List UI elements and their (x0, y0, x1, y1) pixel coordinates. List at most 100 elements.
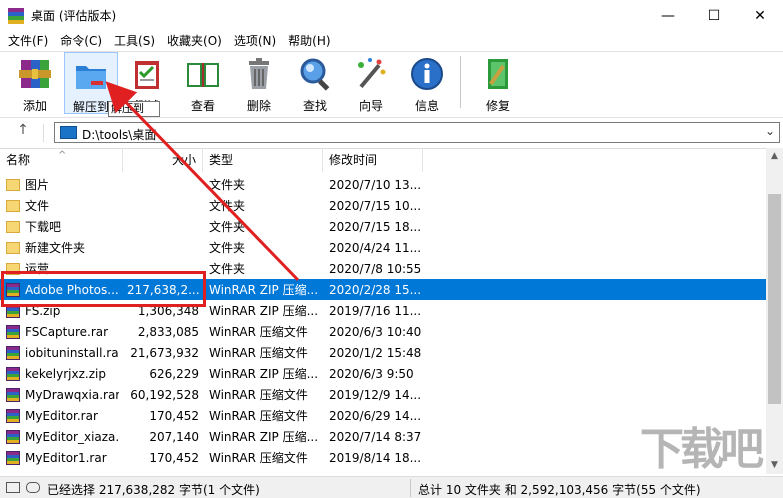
column-filler (423, 149, 766, 172)
table-row[interactable]: iobituninstall.rar 21,673,932 WinRAR 压缩文件 2… (0, 342, 766, 363)
file-size: 21,673,932 (130, 345, 199, 360)
add-button[interactable]: 添加 (8, 52, 62, 114)
table-row[interactable]: 文件 文件夹 2020/7/15 10... (0, 195, 766, 216)
file-name: MyEditor_xiaza... (25, 429, 119, 444)
path-text: D:\tools\桌面 (82, 128, 157, 142)
file-type: 文件夹 (209, 262, 246, 276)
file-type: WinRAR 压缩文件 (209, 451, 308, 465)
repair-label: 修复 (485, 99, 510, 113)
test-clipboard-icon (129, 56, 165, 92)
file-name: MyEditor.rar (25, 408, 98, 423)
file-name: 下载吧 (25, 220, 62, 234)
file-name: FSCapture.rar (25, 324, 109, 339)
file-type: 文件夹 (209, 241, 246, 255)
extract-tooltip: 解压到 (108, 101, 160, 117)
repair-button[interactable]: 修复 (471, 52, 525, 114)
archive-icon (6, 387, 20, 402)
file-modified: 2019/8/14 18... (329, 450, 422, 465)
archive-icon (6, 345, 20, 360)
column-modified[interactable]: 修改时间 (323, 149, 423, 172)
column-type[interactable]: 类型 (203, 149, 323, 172)
wizard-wand-icon (353, 56, 389, 92)
file-type: WinRAR 压缩文件 (209, 388, 308, 402)
delete-button[interactable]: 删除 (232, 52, 286, 114)
file-modified: 2020/6/3 10:40 (329, 324, 422, 339)
archive-icon (6, 366, 20, 381)
folder-icon (6, 179, 20, 191)
archive-icon (6, 324, 20, 339)
info-label: 信息 (414, 99, 439, 113)
view-label: 查看 (190, 99, 215, 113)
magnifier-icon (297, 56, 333, 92)
file-name-cell: iobituninstall.rar (0, 345, 123, 360)
close-button[interactable]: ✕ (737, 0, 783, 31)
selection-highlight-box (1, 271, 206, 307)
file-name-cell: kekelyrjxz.zip (0, 366, 123, 381)
path-field[interactable]: D:\tools\桌面 ⌄ (54, 122, 780, 143)
add-label: 添加 (22, 99, 47, 113)
file-modified: 2020/7/14 8:37 (329, 429, 422, 444)
file-name-cell: 文件 (0, 197, 123, 214)
trash-bin-icon (241, 56, 277, 92)
column-name-label: 名称 (6, 153, 31, 167)
menu-file[interactable]: 文件(F) (2, 31, 54, 51)
file-name-cell: 下载吧 (0, 218, 123, 235)
table-row[interactable]: 新建文件夹 文件夹 2020/4/24 11... (0, 237, 766, 258)
table-row[interactable]: kekelyrjxz.zip 626,229 WinRAR ZIP 压缩... 202… (0, 363, 766, 384)
table-row[interactable]: 图片 文件夹 2020/7/10 13... (0, 174, 766, 195)
view-button[interactable]: 查看 (176, 52, 230, 114)
archive-icon (6, 429, 20, 444)
file-type: WinRAR ZIP 压缩... (209, 430, 319, 444)
column-name[interactable]: 名称 ^ (0, 149, 123, 172)
up-folder-button[interactable]: ↑ (10, 122, 36, 142)
file-modified: 2020/1/2 15:48 (329, 345, 422, 360)
wizard-button[interactable]: 向导 (344, 52, 398, 114)
toolbar-separator (460, 56, 461, 108)
desktop-icon (60, 126, 77, 139)
table-row[interactable]: FSCapture.rar 2,833,085 WinRAR 压缩文件 2020/6/… (0, 321, 766, 342)
sort-ascending-icon: ^ (58, 150, 67, 161)
file-modified: 2020/6/29 14... (329, 408, 422, 423)
file-name-cell: 图片 (0, 176, 123, 193)
address-separator (43, 124, 44, 142)
repair-icon (480, 56, 516, 92)
file-type: WinRAR 压缩文件 (209, 409, 308, 423)
file-modified: 2020/2/28 15... (329, 282, 422, 297)
drive-icon[interactable] (6, 482, 20, 493)
scroll-thumb[interactable] (768, 194, 781, 404)
address-bar: ↑ D:\tools\桌面 ⌄ (0, 117, 783, 147)
table-row[interactable]: MyDrawqxia.rar 60,192,528 WinRAR 压缩文件 2019/… (0, 384, 766, 405)
archive-icon (6, 408, 20, 423)
status-selection: 已经选择 217,638,282 字节(1 个文件) (47, 483, 260, 497)
table-row[interactable]: 下载吧 文件夹 2020/7/15 18... (0, 216, 766, 237)
file-name: kekelyrjxz.zip (25, 366, 106, 381)
watermark-logo: 下载吧 (640, 424, 764, 475)
file-name-cell: MyEditor_xiaza... (0, 429, 123, 444)
file-type: WinRAR ZIP 压缩... (209, 283, 319, 297)
info-button[interactable]: 信息 (400, 52, 454, 114)
file-name: iobituninstall.rar (25, 345, 119, 360)
file-modified: 2020/4/24 11... (329, 240, 422, 255)
menu-favorites[interactable]: 收藏夹(O) (161, 31, 228, 51)
file-type: WinRAR ZIP 压缩... (209, 367, 319, 381)
column-size[interactable]: 大小 (123, 149, 203, 172)
path-dropdown-icon[interactable]: ⌄ (765, 124, 775, 138)
menu-tools[interactable]: 工具(S) (108, 31, 161, 51)
menu-help[interactable]: 帮助(H) (282, 31, 336, 51)
file-name: 新建文件夹 (25, 241, 86, 255)
key-icon[interactable] (26, 482, 40, 493)
maximize-button[interactable]: ☐ (691, 0, 737, 31)
file-type: 文件夹 (209, 178, 246, 192)
title-bar: 桌面 (评估版本) — ☐ ✕ (0, 0, 783, 31)
menu-options[interactable]: 选项(N) (228, 31, 282, 51)
file-modified: 2020/7/15 10... (329, 198, 422, 213)
file-size: 60,192,528 (130, 387, 199, 402)
scroll-up-icon[interactable]: ▲ (766, 148, 783, 165)
file-size: 2,833,085 (137, 324, 199, 339)
menu-command[interactable]: 命令(C) (54, 31, 108, 51)
minimize-button[interactable]: — (645, 0, 691, 31)
find-button[interactable]: 查找 (288, 52, 342, 114)
file-modified: 2020/7/15 18... (329, 219, 422, 234)
info-icon (409, 56, 445, 92)
file-name: 文件 (25, 199, 50, 213)
